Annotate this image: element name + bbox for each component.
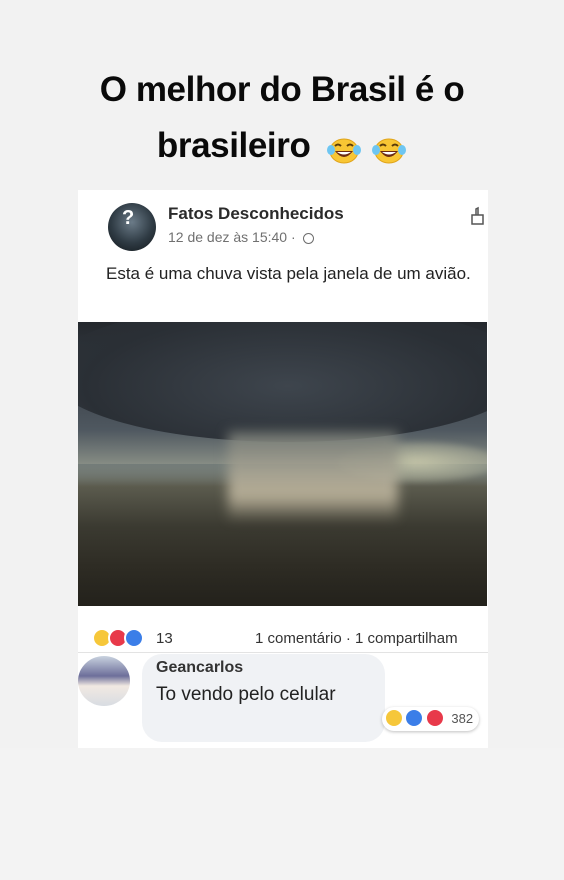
divider [78, 652, 488, 653]
comment-reaction-count: 382 [451, 710, 474, 726]
commenter-avatar[interactable] [78, 656, 130, 706]
love-icon [424, 708, 445, 728]
page-avatar[interactable]: ? [108, 203, 156, 251]
story-caption: O melhor do Brasil é o brasileiro [0, 0, 564, 190]
post-stats[interactable]: 1 comentário · 1 compartilham [255, 630, 458, 647]
comment-text: To vendo pelo celular [156, 684, 336, 705]
caption-line-2: brasileiro [156, 126, 311, 165]
post-timestamp[interactable]: 12 de dez às 15:40 · [168, 229, 296, 245]
globe-icon [302, 233, 314, 244]
story-footer [0, 748, 564, 880]
post-meta: 12 de dez às 15:40 · [168, 229, 314, 245]
like-outline-icon[interactable] [470, 206, 486, 226]
caption-line-1: O melhor do Brasil é o [99, 70, 465, 109]
rain-over-landscape-photo[interactable] [78, 322, 487, 606]
facebook-post: ? Fatos Desconhecidos 12 de dez às 15:40… [78, 190, 488, 748]
comment-reactions[interactable]: 382 [382, 707, 480, 731]
post-text: Esta é uma chuva vista pela janela de um… [106, 264, 471, 283]
caption-emojis [326, 120, 407, 176]
comment-bubble: Geancarlos To vendo pelo celular [142, 654, 385, 742]
comment-author[interactable]: Geancarlos [156, 659, 243, 677]
laughing-tears-icon [326, 138, 361, 163]
page-name[interactable]: Fatos Desconhecidos [168, 204, 344, 224]
laughing-tears-icon [372, 138, 407, 163]
reaction-count[interactable]: 13 [156, 630, 173, 647]
like-icon [124, 628, 144, 648]
caption-text: O melhor do Brasil é o brasileiro [40, 62, 524, 176]
haha-icon [384, 708, 404, 728]
like-icon [404, 708, 425, 728]
